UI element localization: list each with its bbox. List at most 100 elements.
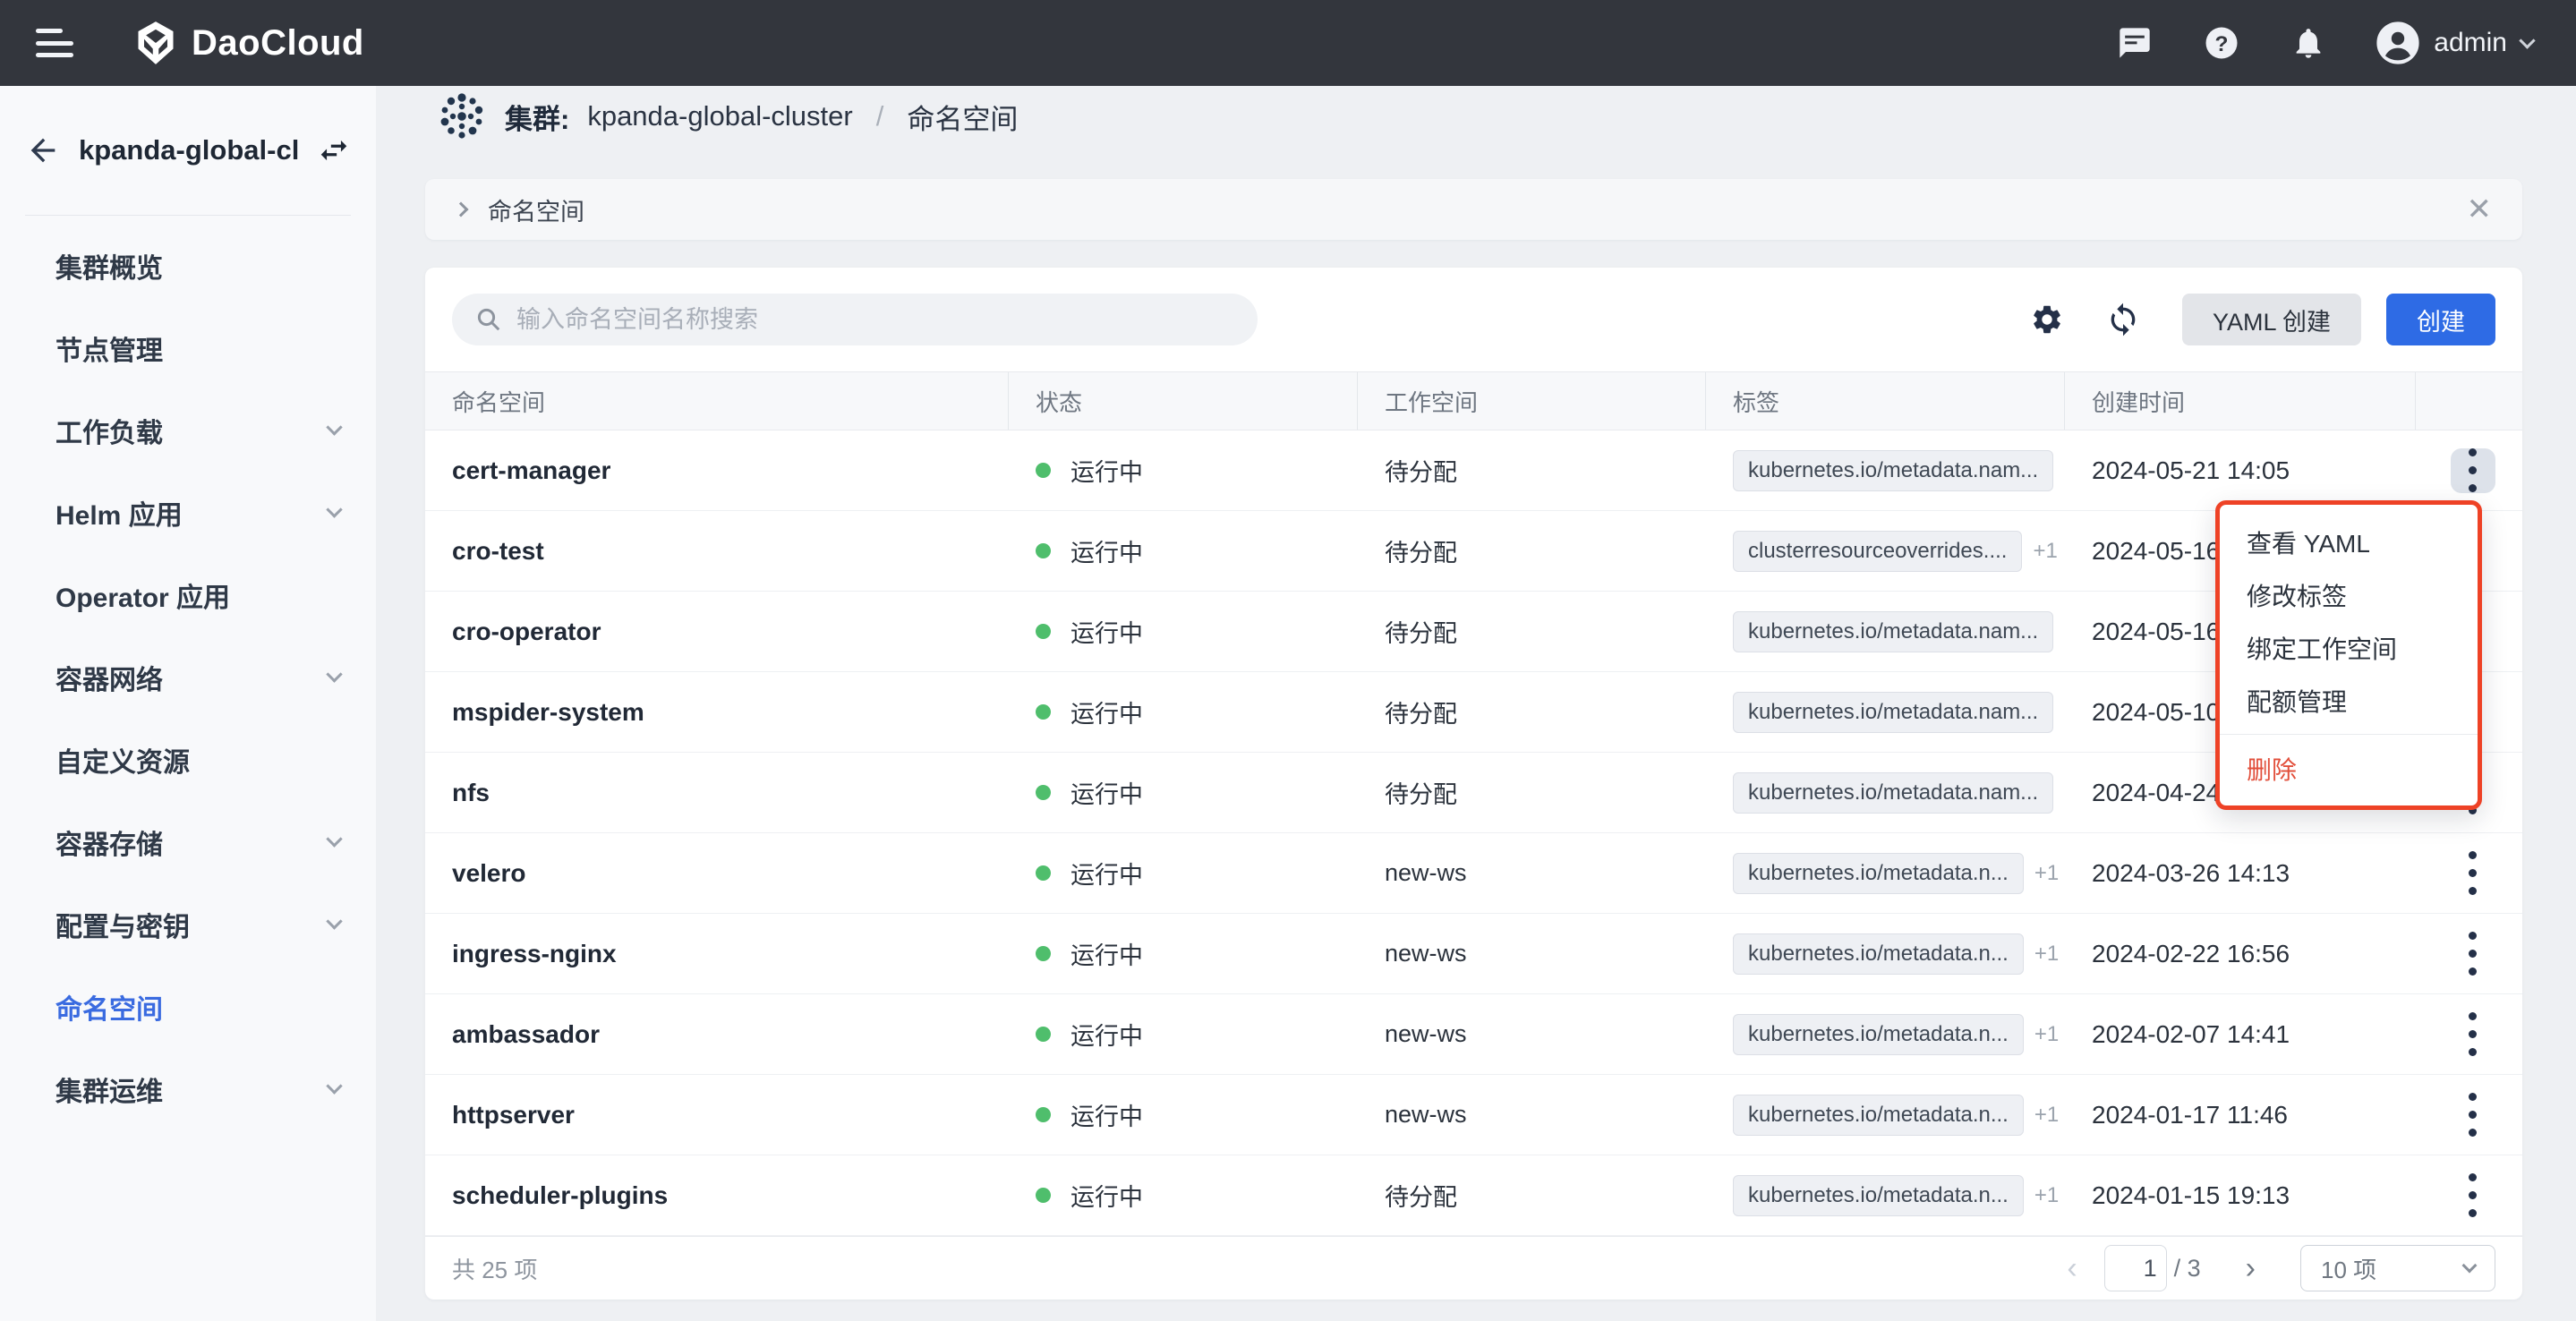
label-extra-count: +1 <box>2034 861 2059 886</box>
table-row[interactable]: nfs 运行中 待分配 kubernetes.io/metadata.nam..… <box>425 753 2522 833</box>
workspace-value: 待分配 <box>1385 695 1457 729</box>
status-text: 运行中 <box>1070 775 1143 810</box>
workspace-value: 待分配 <box>1385 453 1457 488</box>
created-time: 2024-01-15 19:13 <box>2092 1181 2290 1210</box>
label-extra-count: +1 <box>2034 1022 2059 1047</box>
sidebar-item-container-network[interactable]: 容器网络 <box>0 636 376 719</box>
menu-toggle-button[interactable] <box>36 29 73 57</box>
status-dot <box>1036 1107 1051 1122</box>
sidebar-item-cluster-overview[interactable]: 集群概览 <box>0 225 376 307</box>
prev-page-icon[interactable]: ‹ <box>2058 1253 2086 1283</box>
brand: DaoCloud <box>132 20 364 66</box>
workspace-value: new-ws <box>1385 1020 1467 1048</box>
namespace-name[interactable]: scheduler-plugins <box>452 1181 668 1210</box>
status-dot <box>1036 946 1051 961</box>
create-button[interactable]: 创建 <box>2386 294 2495 345</box>
chevron-down-icon <box>326 419 342 435</box>
page-tab-bar[interactable]: 命名空间 ✕ <box>425 179 2522 240</box>
label-chip: kubernetes.io/metadata.n... <box>1733 1095 2024 1136</box>
status-text: 运行中 <box>1070 1178 1143 1213</box>
namespace-name[interactable]: cert-manager <box>452 456 610 485</box>
sidebar-item-workloads[interactable]: 工作负载 <box>0 389 376 472</box>
chevron-down-icon <box>2462 1258 2478 1274</box>
table-row[interactable]: cro-operator 运行中 待分配 kubernetes.io/metad… <box>425 592 2522 672</box>
close-icon[interactable]: ✕ <box>2467 194 2493 225</box>
status-dot <box>1036 1027 1051 1042</box>
context-menu-item-delete[interactable]: 删除 <box>2220 742 2478 795</box>
row-actions-kebab-icon[interactable] <box>2451 448 2495 493</box>
back-icon[interactable] <box>25 132 61 168</box>
table-row[interactable]: mspider-system 运行中 待分配 kubernetes.io/met… <box>425 672 2522 753</box>
col-labels: 标签 <box>1706 372 2065 430</box>
row-actions-kebab-icon[interactable] <box>2451 1012 2495 1057</box>
sidebar-item-container-storage[interactable]: 容器存储 <box>0 801 376 883</box>
namespace-name[interactable]: nfs <box>452 779 490 807</box>
status-text: 运行中 <box>1070 1097 1143 1132</box>
namespace-name[interactable]: ingress-nginx <box>452 940 617 968</box>
namespace-name[interactable]: httpserver <box>452 1101 575 1129</box>
sidebar-item-custom-resources[interactable]: 自定义资源 <box>0 719 376 801</box>
sidebar-item-cluster-ops[interactable]: 集群运维 <box>0 1048 376 1130</box>
refresh-icon[interactable] <box>2105 302 2141 337</box>
sidebar-item-node-management[interactable]: 节点管理 <box>0 307 376 389</box>
breadcrumb-page: 命名空间 <box>907 97 1018 137</box>
bell-icon[interactable] <box>2290 25 2326 61</box>
row-actions-kebab-icon[interactable] <box>2451 932 2495 976</box>
user-menu[interactable]: admin <box>2376 21 2533 64</box>
col-namespace: 命名空间 <box>425 372 1009 430</box>
gear-icon[interactable] <box>2030 303 2064 337</box>
context-menu-item-0[interactable]: 查看 YAML <box>2220 516 2478 568</box>
sidebar: kpanda-global-cl... 集群概览 节点管理 工作负载 Helm … <box>0 86 376 1321</box>
label-chip: kubernetes.io/metadata.n... <box>1733 853 2024 894</box>
yaml-create-button[interactable]: YAML 创建 <box>2182 294 2361 345</box>
help-icon[interactable]: ? <box>2203 24 2240 62</box>
table-row[interactable]: scheduler-plugins 运行中 待分配 kubernetes.io/… <box>425 1155 2522 1236</box>
sidebar-item-namespaces[interactable]: 命名空间 <box>0 966 376 1048</box>
chevron-down-icon <box>326 1078 342 1094</box>
workspace-value: 待分配 <box>1385 775 1457 810</box>
status-text: 运行中 <box>1070 614 1143 649</box>
context-menu-item-3[interactable]: 配额管理 <box>2220 674 2478 727</box>
row-actions-kebab-icon[interactable] <box>2451 1093 2495 1138</box>
created-time: 2024-05-21 14:05 <box>2092 456 2290 485</box>
sidebar-item-helm-apps[interactable]: Helm 应用 <box>0 472 376 554</box>
label-extra-count: +1 <box>2034 1183 2059 1208</box>
status-dot <box>1036 704 1051 720</box>
sidebar-item-config-secrets[interactable]: 配置与密钥 <box>0 883 376 966</box>
avatar <box>2376 21 2419 64</box>
context-menu-item-1[interactable]: 修改标签 <box>2220 568 2478 621</box>
chevron-down-icon <box>326 913 342 929</box>
namespace-name[interactable]: mspider-system <box>452 698 644 727</box>
chevron-down-icon <box>326 831 342 847</box>
next-page-icon[interactable]: › <box>2237 1253 2265 1283</box>
table-row[interactable]: ambassador 运行中 new-ws kubernetes.io/meta… <box>425 994 2522 1075</box>
status-text: 运行中 <box>1070 856 1143 891</box>
table-row[interactable]: cro-test 运行中 待分配 clusterresourceoverride… <box>425 511 2522 592</box>
table-row[interactable]: cert-manager 运行中 待分配 kubernetes.io/metad… <box>425 430 2522 511</box>
row-context-menu: 查看 YAML修改标签绑定工作空间配额管理 删除 <box>2215 500 2482 810</box>
label-extra-count: +1 <box>2034 1103 2059 1128</box>
context-menu-item-2[interactable]: 绑定工作空间 <box>2220 621 2478 674</box>
status-text: 运行中 <box>1070 936 1143 971</box>
page-size-select[interactable]: 10 项 <box>2300 1245 2495 1291</box>
namespace-name[interactable]: ambassador <box>452 1020 600 1049</box>
sidebar-item-operator-apps[interactable]: Operator 应用 <box>0 554 376 636</box>
row-actions-kebab-icon[interactable] <box>2451 851 2495 896</box>
namespace-name[interactable]: cro-operator <box>452 618 601 646</box>
row-actions-kebab-icon[interactable] <box>2451 1173 2495 1218</box>
page-input[interactable]: 1 <box>2104 1245 2167 1291</box>
status-dot <box>1036 785 1051 800</box>
table-body: cert-manager 运行中 待分配 kubernetes.io/metad… <box>425 430 2522 1236</box>
status-text: 运行中 <box>1070 1017 1143 1052</box>
table-row[interactable]: velero 运行中 new-ws kubernetes.io/metadata… <box>425 833 2522 914</box>
search-icon <box>475 306 502 333</box>
namespace-name[interactable]: velero <box>452 859 526 888</box>
workspace-value: 待分配 <box>1385 1178 1457 1213</box>
switch-cluster-icon[interactable] <box>317 133 351 167</box>
search-input[interactable] <box>516 306 1234 334</box>
chat-icon[interactable] <box>2117 25 2153 61</box>
breadcrumb-cluster-name[interactable]: kpanda-global-cluster <box>587 100 852 132</box>
table-row[interactable]: ingress-nginx 运行中 new-ws kubernetes.io/m… <box>425 914 2522 994</box>
table-row[interactable]: httpserver 运行中 new-ws kubernetes.io/meta… <box>425 1075 2522 1155</box>
namespace-name[interactable]: cro-test <box>452 537 544 566</box>
